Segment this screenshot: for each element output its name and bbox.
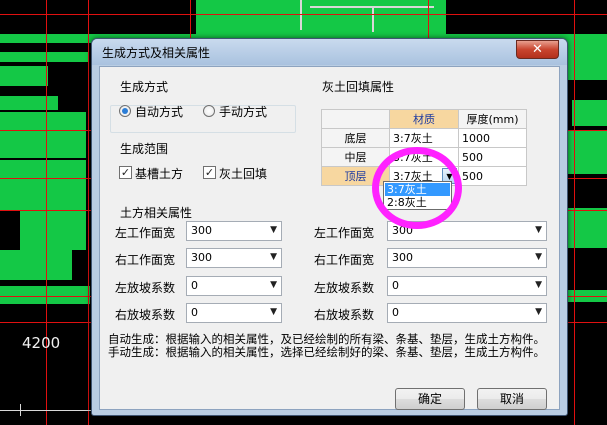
right-slope-value: 0 bbox=[191, 306, 198, 319]
left-work-width-combo[interactable]: 300 ▼ bbox=[186, 221, 282, 241]
material-column-header[interactable]: 材质 bbox=[389, 109, 459, 129]
cancel-button[interactable]: 取消 bbox=[477, 388, 547, 410]
table-header-row: 材质 厚度(mm) bbox=[321, 109, 527, 129]
manual-mode-radio[interactable] bbox=[203, 105, 215, 117]
dialog-client: 生成方式 自动方式 手动方式 生成范围 ✓ 基槽土方 ✓ 灰土回填 土方相关属性… bbox=[99, 66, 560, 410]
layer-label-bottom: 底层 bbox=[321, 128, 390, 148]
right-left-slope-combo[interactable]: 0 ▼ bbox=[387, 276, 547, 296]
right-slope-combo[interactable]: 0 ▼ bbox=[186, 303, 282, 323]
backfill-props-label: 灰土回填属性 bbox=[322, 80, 395, 94]
chevron-down-icon: ▼ bbox=[270, 307, 277, 317]
left-slope-label: 左放坡系数 bbox=[115, 281, 176, 295]
close-button[interactable]: ✕ bbox=[516, 40, 559, 59]
manual-generation-note: 手动生成：根据输入的相关属性，选择已经绘制好的梁、条基、垫层，生成土方构件。 bbox=[108, 345, 545, 359]
right-left-slope-label: 左放坡系数 bbox=[314, 281, 375, 295]
ok-button[interactable]: 确定 bbox=[395, 388, 465, 410]
auto-mode-radio[interactable] bbox=[119, 105, 131, 117]
generation-scope-label: 生成范围 bbox=[120, 142, 169, 156]
thickness-cell-middle[interactable]: 500 bbox=[458, 147, 527, 167]
foundation-earthwork-label[interactable]: 基槽土方 bbox=[135, 165, 183, 182]
left-slope-value: 0 bbox=[191, 279, 198, 292]
left-work-width-value: 300 bbox=[191, 224, 212, 237]
generation-method-label: 生成方式 bbox=[120, 80, 169, 94]
table-row: 底层 3:7灰土 1000 bbox=[321, 128, 527, 148]
foundation-earthwork-checkbox[interactable]: ✓ bbox=[119, 166, 132, 179]
chevron-down-icon: ▼ bbox=[535, 252, 542, 262]
chevron-down-icon: ▼ bbox=[535, 307, 542, 317]
chevron-down-icon: ▼ bbox=[535, 280, 542, 290]
table-corner bbox=[321, 109, 390, 129]
help-notes: 自动生成：根据输入的相关属性，及已经绘制的所有梁、条基、垫层，生成土方构件。 手… bbox=[108, 333, 553, 359]
right-right-slope-label: 右放坡系数 bbox=[314, 308, 375, 322]
thickness-cell-bottom[interactable]: 1000 bbox=[458, 128, 527, 148]
dialog-title: 生成方式及相关属性 bbox=[102, 46, 211, 60]
lime-soil-backfill-label[interactable]: 灰土回填 bbox=[219, 165, 267, 182]
right-right-work-width-label: 右工作面宽 bbox=[314, 253, 375, 267]
right-left-slope-value: 0 bbox=[392, 279, 399, 292]
left-work-width-label: 左工作面宽 bbox=[115, 226, 176, 240]
right-right-work-width-value: 300 bbox=[392, 251, 413, 264]
chevron-down-icon: ▼ bbox=[270, 225, 277, 235]
dimension-label: 4200 bbox=[22, 334, 61, 352]
right-work-width-label: 右工作面宽 bbox=[115, 253, 176, 267]
chevron-down-icon: ▼ bbox=[535, 225, 542, 235]
highlight-ring bbox=[372, 147, 462, 229]
chevron-down-icon: ▼ bbox=[270, 280, 277, 290]
lime-soil-backfill-checkbox[interactable]: ✓ bbox=[203, 166, 216, 179]
thickness-cell-top[interactable]: 500 bbox=[458, 166, 527, 186]
right-work-width-combo[interactable]: 300 ▼ bbox=[186, 248, 282, 268]
earthwork-props-label: 土方相关属性 bbox=[120, 206, 193, 220]
chevron-down-icon: ▼ bbox=[270, 252, 277, 262]
right-left-work-width-label: 左工作面宽 bbox=[314, 226, 375, 240]
thickness-column-header[interactable]: 厚度(mm) bbox=[458, 109, 527, 129]
left-slope-combo[interactable]: 0 ▼ bbox=[186, 276, 282, 296]
properties-dialog: 生成方式及相关属性 ✕ 生成方式 自动方式 手动方式 生成范围 ✓ 基槽土方 ✓… bbox=[91, 38, 568, 416]
right-slope-label: 右放坡系数 bbox=[115, 308, 176, 322]
manual-mode-label[interactable]: 手动方式 bbox=[219, 103, 267, 120]
right-right-slope-value: 0 bbox=[392, 306, 399, 319]
right-right-work-width-combo[interactable]: 300 ▼ bbox=[387, 248, 547, 268]
right-right-slope-combo[interactable]: 0 ▼ bbox=[387, 303, 547, 323]
right-work-width-value: 300 bbox=[191, 251, 212, 264]
auto-mode-label[interactable]: 自动方式 bbox=[135, 103, 183, 120]
dialog-titlebar[interactable]: 生成方式及相关属性 ✕ bbox=[92, 39, 567, 65]
material-cell-bottom[interactable]: 3:7灰土 bbox=[389, 128, 459, 148]
